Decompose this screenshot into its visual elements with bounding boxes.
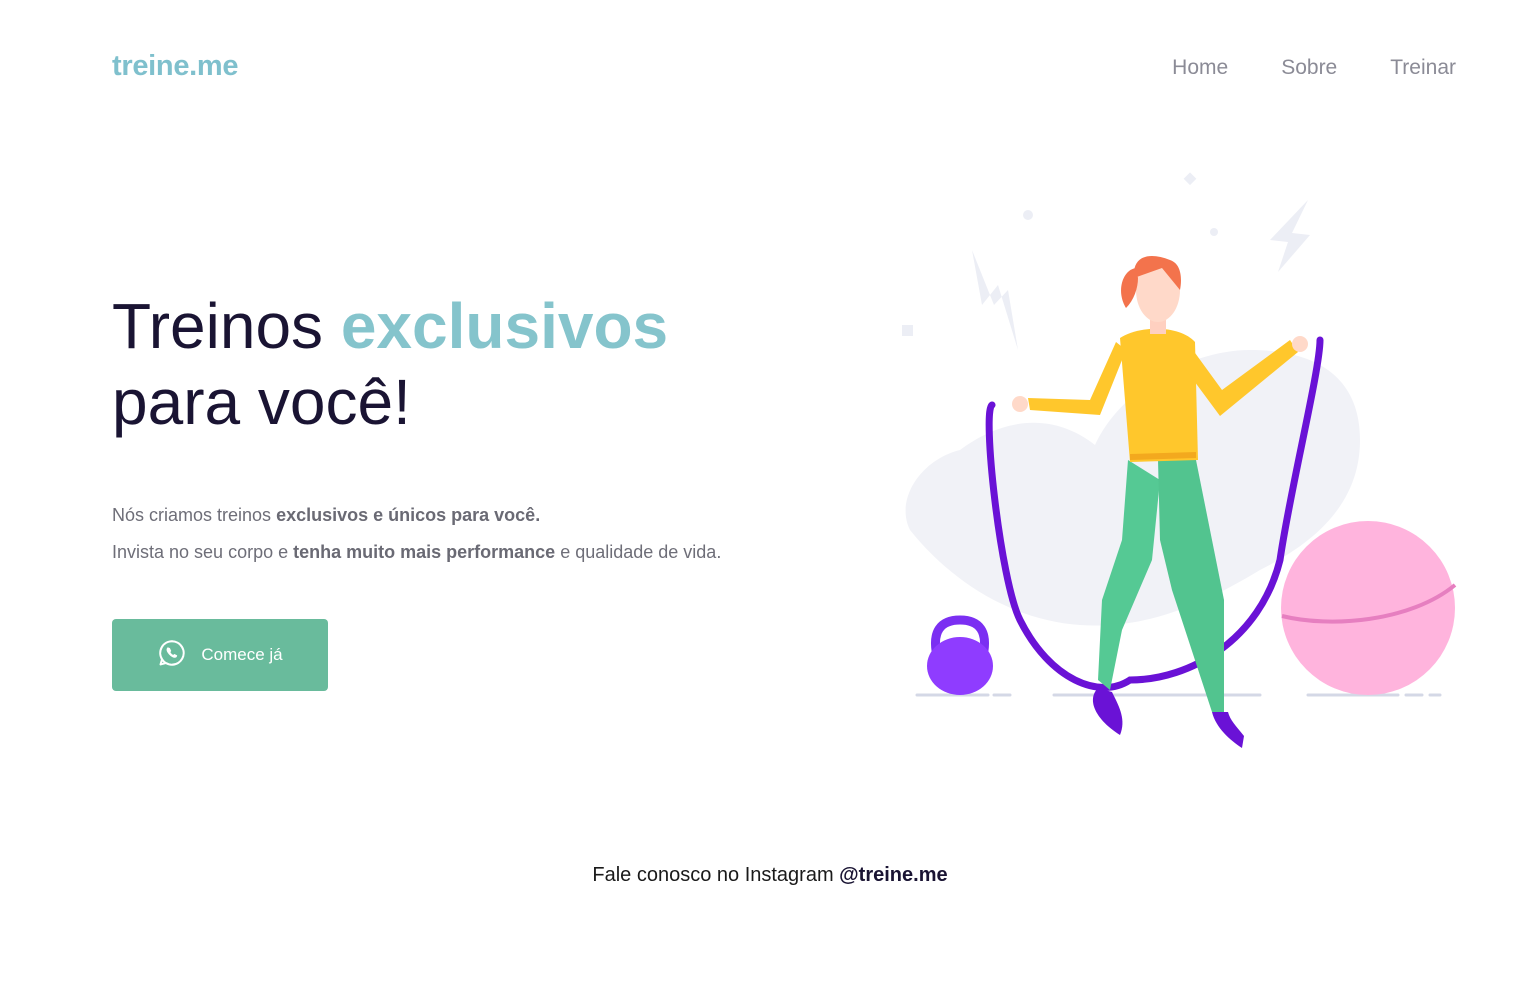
line2-suffix: e qualidade de vida. — [555, 542, 722, 562]
nav-home[interactable]: Home — [1172, 56, 1228, 80]
line2-bold: tenha muito mais performance — [293, 542, 556, 562]
brand-logo[interactable]: treine.me — [112, 50, 239, 83]
nav-sobre[interactable]: Sobre — [1281, 56, 1337, 80]
line1-prefix: Nós criamos treinos — [112, 505, 277, 525]
footer-contact: Fale conosco no Instagram @treine.me — [0, 864, 1540, 887]
description-line-2: Invista no seu corpo e tenha muito mais … — [112, 534, 721, 571]
hero-title-part1: Treinos — [112, 290, 341, 362]
nav-treinar[interactable]: Treinar — [1390, 56, 1456, 80]
whatsapp-icon — [157, 638, 187, 673]
footer-prefix: Fale conosco no Instagram — [592, 864, 840, 886]
sparkle-dot — [902, 325, 913, 336]
hero-description: Nós criamos treinos exclusivos e únicos … — [112, 497, 721, 571]
description-line-1: Nós criamos treinos exclusivos e únicos … — [112, 497, 721, 534]
hero-title: Treinos exclusivos para você! — [112, 288, 668, 440]
lightning-left-icon — [972, 250, 1018, 350]
kettlebell-icon — [927, 615, 993, 695]
line2-prefix: Invista no seu corpo e — [112, 542, 294, 562]
main-nav: Home Sobre Treinar — [1172, 56, 1456, 80]
start-now-label: Comece já — [201, 645, 283, 664]
start-now-button[interactable]: Comece já — [112, 619, 328, 691]
lightning-right-icon — [1270, 200, 1310, 272]
sparkle-dot — [1183, 172, 1197, 186]
landing-page: treine.me Home Sobre Treinar Treinos exc… — [0, 0, 1540, 998]
sparkle-dot — [1023, 210, 1033, 220]
line1-bold: exclusivos e únicos para você. — [276, 505, 541, 525]
woman-jumping-rope-illustration — [890, 160, 1480, 770]
hero-title-accent: exclusivos — [340, 290, 669, 362]
hero-title-part2: para você! — [112, 366, 411, 438]
sparkle-dot — [1210, 228, 1218, 236]
instagram-handle-link[interactable]: @treine.me — [839, 864, 947, 886]
exercise-ball-icon — [1281, 521, 1457, 695]
